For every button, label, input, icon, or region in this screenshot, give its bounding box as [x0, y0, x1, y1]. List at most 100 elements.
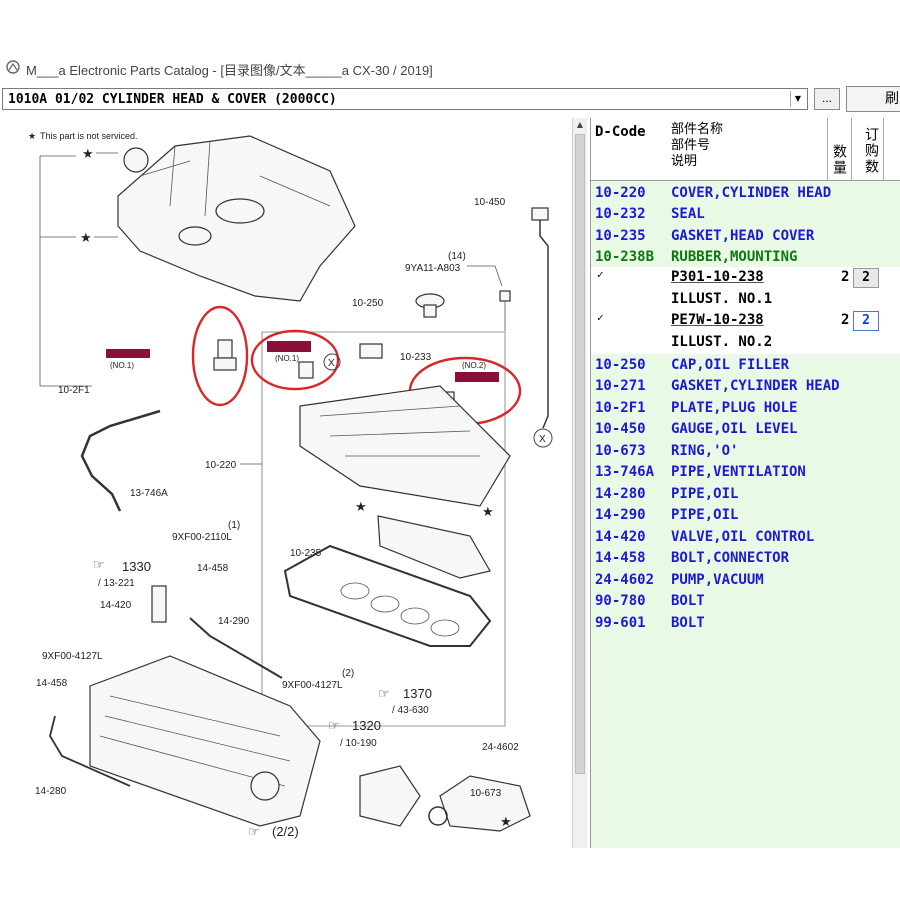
star-icon: ★ — [355, 499, 367, 514]
callout-14-458-a[interactable]: 14-458 — [197, 563, 229, 574]
o-ring[interactable] — [428, 806, 448, 826]
table-row[interactable]: 24-4602 PUMP,VACUUM — [591, 570, 900, 591]
star-icon: ★ — [28, 131, 36, 141]
window-title: M___a Electronic Parts Catalog - [目录图像/文… — [26, 63, 433, 78]
callout-10-450[interactable]: 10-450 — [474, 197, 506, 208]
callout-1330[interactable]: 1330 — [122, 559, 151, 574]
not-serviced-note: This part is not serviced. — [40, 131, 138, 141]
callout-10-250[interactable]: 10-250 — [352, 298, 384, 309]
scroll-thumb[interactable] — [575, 134, 585, 774]
refresh-button[interactable]: 刷 — [846, 86, 900, 112]
callout-9xf00-4127l-b[interactable]: 9XF00-4127L — [282, 680, 343, 691]
chevron-down-icon[interactable]: ▼ — [790, 91, 805, 107]
page-indicator[interactable]: (2/2) — [272, 824, 299, 839]
oil-control-valve[interactable] — [151, 585, 167, 623]
part-variant-row[interactable]: ✓ PE7W-10-238 2 2 — [591, 310, 900, 332]
order-qty-input[interactable]: 2 — [853, 268, 879, 288]
browse-button[interactable]: ... — [814, 88, 840, 110]
table-row[interactable]: 14-290 PIPE,OIL — [591, 505, 900, 526]
section-select-value: 1010A 01/02 CYLINDER HEAD & COVER (2000C… — [8, 92, 337, 107]
svg-text:(2): (2) — [342, 668, 354, 679]
table-row[interactable]: 10-250 CAP,OIL FILLER — [591, 355, 900, 376]
pointer-icon: ☞ — [328, 718, 340, 733]
highlight-tag — [106, 349, 150, 358]
callout-9ya11-a803[interactable]: 9YA11-A803 — [405, 263, 461, 274]
svg-text:/ 43-630: / 43-630 — [392, 705, 429, 716]
table-row[interactable]: 10-450 GAUGE,OIL LEVEL — [591, 419, 900, 440]
table-row[interactable]: 14-458 BOLT,CONNECTOR — [591, 548, 900, 569]
column-header-qty[interactable]: 数量 — [827, 118, 849, 180]
callout-14-290[interactable]: 14-290 — [218, 616, 250, 627]
table-row[interactable]: 10-232 SEAL — [591, 204, 900, 225]
callout-14-420[interactable]: 14-420 — [100, 600, 132, 611]
callout-14-458-b[interactable]: 14-458 — [36, 678, 68, 689]
svg-text:/ 13-221: / 13-221 — [98, 578, 135, 589]
svg-text:X: X — [539, 434, 546, 445]
checkbox[interactable]: ✓ — [597, 311, 604, 324]
column-header-order[interactable]: 订购数 — [851, 118, 881, 180]
callout-14-280[interactable]: 14-280 — [35, 786, 67, 797]
svg-text:(1): (1) — [228, 520, 240, 531]
oil-filler-cap[interactable] — [415, 293, 445, 318]
cylinder-head-cover[interactable] — [117, 135, 356, 302]
table-row[interactable]: 13-746A PIPE,VENTILATION — [591, 462, 900, 483]
part-variant-note: ILLUST. NO.1 — [591, 289, 900, 311]
table-row[interactable]: 10-2F1 PLATE,PLUG HOLE — [591, 398, 900, 419]
part-10-233[interactable] — [359, 343, 383, 359]
table-row[interactable]: 10-220 COVER,CYLINDER HEAD — [591, 183, 900, 204]
order-qty-input[interactable]: 2 — [853, 311, 879, 331]
callout-13-746a[interactable]: 13-746A — [130, 488, 168, 499]
section-select[interactable]: 1010A 01/02 CYLINDER HEAD & COVER (2000C… — [2, 88, 808, 110]
part-variant-row[interactable]: ✓ P301-10-238 2 2 — [591, 267, 900, 289]
parts-list-body: 10-220 COVER,CYLINDER HEAD 10-232 SEAL 1… — [591, 181, 900, 848]
checkbox[interactable]: ✓ — [597, 268, 604, 281]
vacuum-pump[interactable] — [439, 775, 531, 832]
callout-10-673[interactable]: 10-673 — [470, 788, 502, 799]
part-variant-note: ILLUST. NO.2 — [591, 332, 900, 354]
callout-1320[interactable]: 1320 — [352, 718, 381, 733]
callout-10-2f1[interactable]: 10-2F1 — [58, 385, 90, 396]
table-row[interactable]: 90-780 BOLT — [591, 591, 900, 612]
callout-10-233[interactable]: 10-233 — [400, 352, 432, 363]
svg-text:(NO.2): (NO.2) — [462, 361, 486, 370]
table-row[interactable]: 10-271 GASKET,CYLINDER HEAD — [591, 376, 900, 397]
column-header-name[interactable]: 部件名称 部件号 说明 — [671, 122, 821, 170]
exploded-view-diagram: ★ This part is not serviced. ★ ★ 10-2F1 … — [28, 131, 553, 839]
svg-text:/ 10-190: / 10-190 — [340, 738, 377, 749]
pointer-icon: ☞ — [248, 824, 260, 839]
star-icon: ★ — [82, 146, 94, 161]
callout-10-220[interactable]: 10-220 — [205, 460, 237, 471]
diagram-scrollbar[interactable]: ▲ — [572, 118, 587, 848]
rubber-mounting-no1[interactable] — [213, 339, 237, 371]
table-row[interactable]: 99-601 BOLT — [591, 613, 900, 634]
table-row[interactable]: 14-420 VALVE,OIL CONTROL — [591, 527, 900, 548]
oil-pipe-14-290[interactable] — [189, 617, 283, 679]
callout-9xf00-2110l[interactable]: 9XF00-2110L — [172, 532, 232, 543]
cover-body[interactable] — [299, 385, 511, 507]
callout-1370[interactable]: 1370 — [403, 686, 432, 701]
svg-text:(NO.1): (NO.1) — [275, 354, 299, 363]
parts-list-header: D-Code 部件名称 部件号 说明 数量 订购数 — [591, 118, 900, 181]
callout-9xf00-4127l-a[interactable]: 9XF00-4127L — [42, 651, 103, 662]
bolt-9ya11[interactable] — [499, 290, 511, 302]
svg-text:(NO.1): (NO.1) — [110, 361, 134, 370]
rubber-mounting-center[interactable] — [298, 361, 314, 379]
svg-text:X: X — [328, 358, 335, 369]
parts-list: D-Code 部件名称 部件号 说明 数量 订购数 10-220 COVER,C… — [590, 118, 900, 848]
table-row-selected[interactable]: 10-238B RUBBER,MOUNTING — [591, 247, 900, 268]
scroll-up-icon[interactable]: ▲ — [573, 118, 587, 132]
toolbar: 1010A 01/02 CYLINDER HEAD & COVER (2000C… — [0, 86, 900, 114]
highlight-tag — [455, 372, 499, 382]
star-icon: ★ — [482, 504, 494, 519]
callout-24-4602[interactable]: 24-4602 — [482, 742, 519, 753]
oil-level-gauge[interactable] — [531, 207, 549, 429]
table-row[interactable]: 14-280 PIPE,OIL — [591, 484, 900, 505]
pointer-icon: ☞ — [93, 557, 105, 572]
column-header-dcode[interactable]: D-Code — [595, 124, 646, 140]
table-row[interactable]: 10-673 RING,'O' — [591, 441, 900, 462]
window-titlebar: M___a Electronic Parts Catalog - [目录图像/文… — [0, 52, 900, 82]
table-row[interactable]: 10-235 GASKET,HEAD COVER — [591, 226, 900, 247]
parts-diagram: ★ This part is not serviced. ★ ★ 10-2F1 … — [0, 116, 572, 846]
pointer-icon: ☞ — [378, 686, 390, 701]
thermostat-housing[interactable] — [359, 765, 421, 827]
